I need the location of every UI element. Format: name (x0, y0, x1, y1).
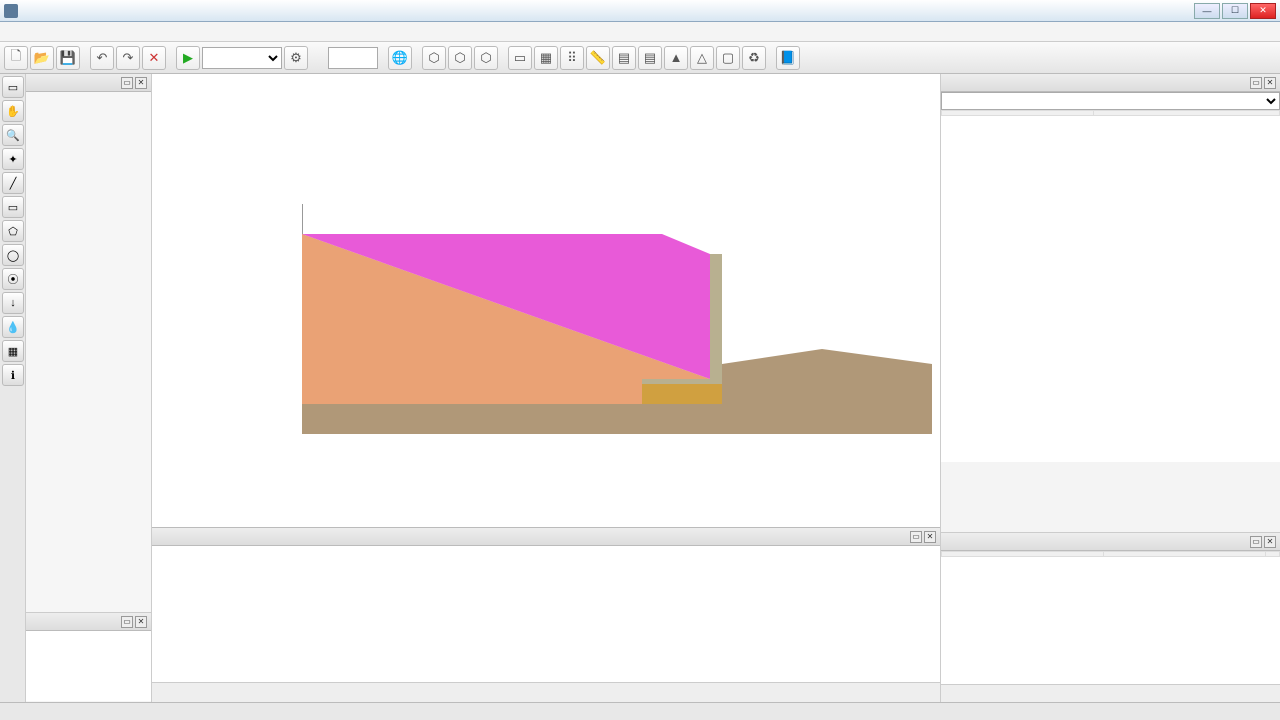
output-close[interactable]: ✕ (924, 531, 936, 543)
tool-link1[interactable]: ⬡ (422, 46, 446, 70)
statusbar (0, 702, 1280, 720)
help-button[interactable]: 📘 (776, 46, 800, 70)
property-float[interactable]: ▭ (1250, 77, 1262, 89)
output-body (152, 546, 940, 682)
lt-select[interactable]: ▭ (2, 76, 24, 98)
lt-zoom[interactable]: 🔍 (2, 124, 24, 146)
property-close[interactable]: ✕ (1264, 77, 1276, 89)
lt-load[interactable]: ↓ (2, 292, 24, 314)
new-button[interactable]: 🗋 (4, 46, 28, 70)
water-close[interactable]: ✕ (135, 616, 147, 628)
view-mat[interactable]: ▲ (664, 46, 688, 70)
lt-rect[interactable]: ▭ (2, 196, 24, 218)
geometry-close[interactable]: ✕ (1264, 536, 1276, 548)
titlebar: — ☐ ✕ (0, 0, 1280, 22)
apply-button[interactable] (941, 684, 1280, 702)
materials-panel: ▭✕ ▭✕ (26, 74, 152, 702)
lt-poly[interactable]: ⬠ (2, 220, 24, 242)
geom-x-header (942, 552, 1104, 557)
lt-link[interactable]: ⦿ (2, 268, 24, 290)
view-dim[interactable]: △ (690, 46, 714, 70)
materials-float[interactable]: ▭ (121, 77, 133, 89)
view-props[interactable]: ▤ (638, 46, 662, 70)
prop-header-key (942, 111, 1094, 116)
lt-pan[interactable]: ✋ (2, 100, 24, 122)
save-button[interactable]: 💾 (56, 46, 80, 70)
run-button[interactable]: ▶ (176, 46, 200, 70)
property-table[interactable] (941, 110, 1280, 462)
lt-line[interactable]: ╱ (2, 172, 24, 194)
geometry-float[interactable]: ▭ (1250, 536, 1262, 548)
lt-point[interactable]: ✦ (2, 148, 24, 170)
lt-water[interactable]: 💧 (2, 316, 24, 338)
prop-header-val (1094, 111, 1280, 116)
open-button[interactable]: 📂 (30, 46, 54, 70)
view-grid[interactable]: ▦ (534, 46, 558, 70)
geom-y-header (1104, 552, 1266, 557)
tool-globe[interactable]: 🌐 (388, 46, 412, 70)
undo-button[interactable]: ↶ (90, 46, 114, 70)
view-show[interactable]: ▢ (716, 46, 740, 70)
geometry-table[interactable] (941, 551, 1280, 684)
analysis-mode-select[interactable] (202, 47, 282, 69)
view-refresh[interactable]: ♻ (742, 46, 766, 70)
close-button[interactable]: ✕ (1250, 3, 1276, 19)
maximize-button[interactable]: ☐ (1222, 3, 1248, 19)
lt-info[interactable]: ℹ (2, 364, 24, 386)
minimize-button[interactable]: — (1194, 3, 1220, 19)
delete-button[interactable]: ✕ (142, 46, 166, 70)
app-icon (4, 4, 18, 18)
tool-link3[interactable]: ⬡ (474, 46, 498, 70)
viewport[interactable] (152, 74, 940, 527)
view-layers[interactable]: ▤ (612, 46, 636, 70)
materials-close[interactable]: ✕ (135, 77, 147, 89)
lt-circle[interactable]: ◯ (2, 244, 24, 266)
output-float[interactable]: ▭ (910, 531, 922, 543)
delta-spinner[interactable] (328, 47, 378, 69)
lt-mesh[interactable]: ▦ (2, 340, 24, 362)
settings-button[interactable]: ⚙ (284, 46, 308, 70)
view-ruler[interactable]: 📏 (586, 46, 610, 70)
view-dots[interactable]: ⠿ (560, 46, 584, 70)
property-object-select[interactable] (941, 92, 1280, 110)
menubar (0, 22, 1280, 42)
view-rect[interactable]: ▭ (508, 46, 532, 70)
toolbar: 🗋 📂 💾 ↶ ↷ ✕ ▶ ⚙ 🌐 ⬡ ⬡ ⬡ ▭ ▦ ⠿ 📏 ▤ ▤ ▲ △ … (0, 42, 1280, 74)
water-float[interactable]: ▭ (121, 616, 133, 628)
water-body (26, 631, 151, 701)
redo-button[interactable]: ↷ (116, 46, 140, 70)
geometry-drawing (302, 204, 940, 464)
tool-link2[interactable]: ⬡ (448, 46, 472, 70)
left-toolbar: ▭ ✋ 🔍 ✦ ╱ ▭ ⬠ ◯ ⦿ ↓ 💧 ▦ ℹ (0, 74, 26, 702)
